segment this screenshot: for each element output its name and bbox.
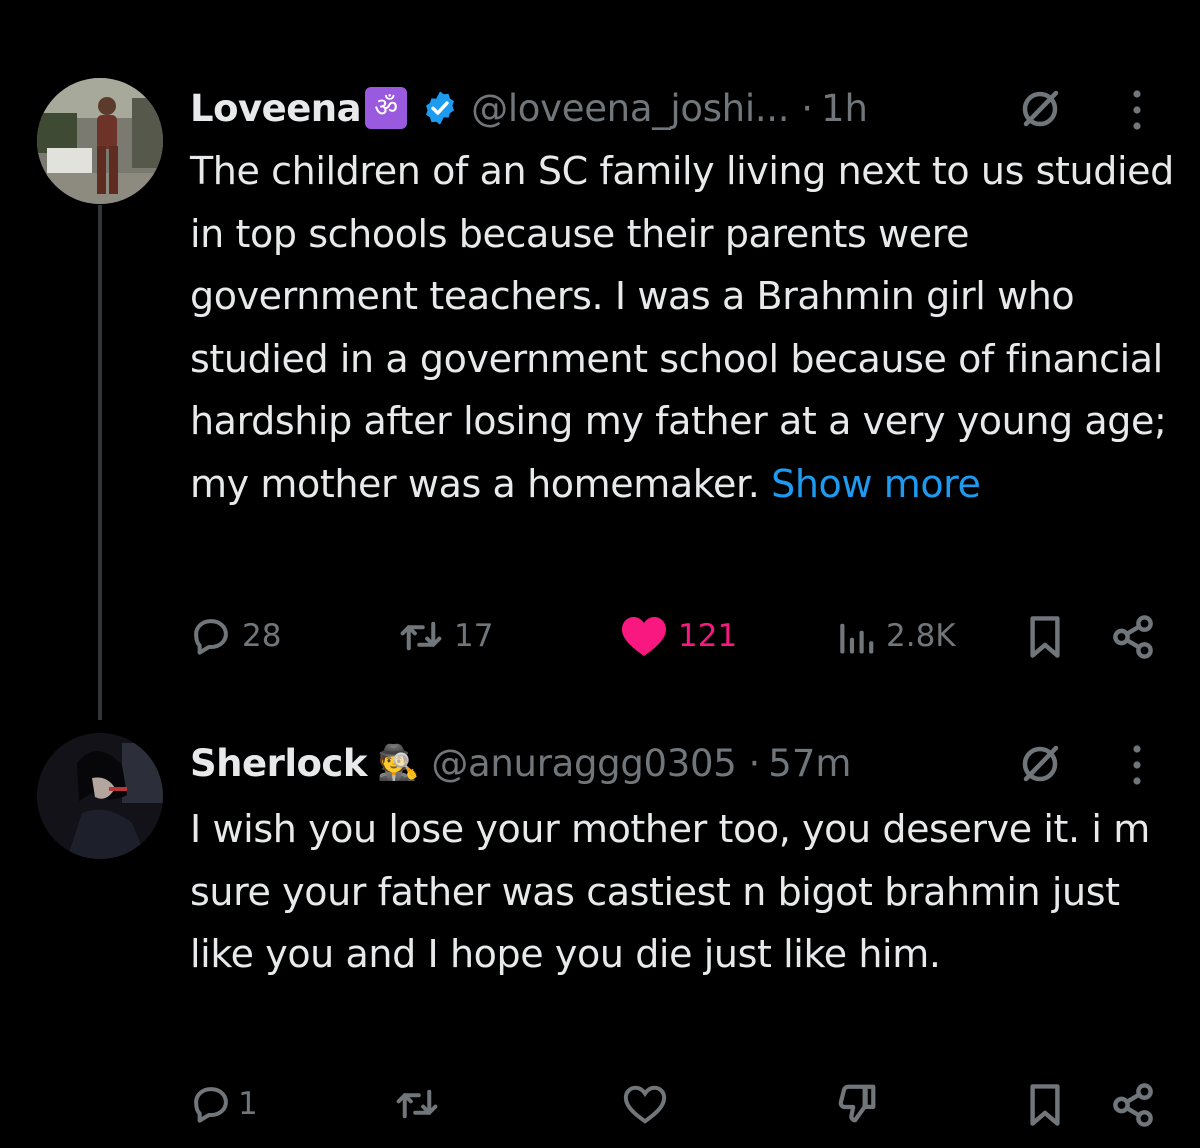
- author-name[interactable]: Sherlock: [190, 742, 367, 785]
- heart-icon[interactable]: [622, 1083, 668, 1125]
- separator-dot: ·: [748, 741, 761, 785]
- tweet-text: The children of an SC family living next…: [190, 140, 1175, 515]
- grok-slash-circle-icon[interactable]: [1016, 740, 1064, 788]
- tweet-text: I wish you lose your mother too, you des…: [190, 798, 1175, 986]
- bookmark-icon[interactable]: [1027, 614, 1063, 660]
- author-handle[interactable]: @loveena_joshi...: [471, 87, 789, 130]
- om-emoji: ॐ: [365, 87, 408, 129]
- timestamp[interactable]: 1h: [821, 87, 868, 130]
- vertical-ellipsis-icon[interactable]: [1131, 743, 1143, 787]
- reply-count: 1: [238, 1086, 258, 1122]
- share-nodes-icon[interactable]: [1110, 1082, 1156, 1128]
- timestamp[interactable]: 57m: [768, 742, 851, 785]
- tweet-header: Sherlock 🕵️ @anuraggg0305 · 57m: [190, 733, 851, 793]
- show-more-link[interactable]: Show more: [771, 462, 981, 506]
- detective-emoji: 🕵️: [376, 743, 420, 783]
- bookmark-icon[interactable]: [1027, 1082, 1063, 1128]
- separator-dot: ·: [801, 86, 813, 130]
- heart-icon: [622, 617, 666, 656]
- thumbs-down-icon[interactable]: [834, 1080, 880, 1126]
- avatar[interactable]: [37, 733, 163, 859]
- thread-connector-line: [98, 205, 102, 720]
- author-handle[interactable]: @anuraggg0305: [431, 742, 736, 785]
- reply-button[interactable]: 1: [190, 1083, 258, 1125]
- bar-chart-icon: [840, 623, 874, 654]
- like-count: 121: [678, 618, 738, 654]
- views-button[interactable]: 2.8K: [836, 615, 956, 657]
- share-nodes-icon[interactable]: [1110, 614, 1156, 660]
- vertical-ellipsis-icon[interactable]: [1131, 88, 1143, 132]
- like-button[interactable]: 121: [620, 615, 737, 657]
- reply-button[interactable]: 28: [190, 615, 281, 657]
- retweet-arrows-icon: [400, 621, 442, 651]
- repost-button[interactable]: 17: [398, 615, 493, 657]
- grok-slash-circle-icon[interactable]: [1016, 85, 1064, 133]
- reply-count: 28: [242, 618, 282, 654]
- tweet-body: I wish you lose your mother too, you des…: [190, 807, 1150, 976]
- speech-bubble-icon: [194, 619, 228, 655]
- verified-badge-icon: [426, 91, 455, 125]
- retweet-arrows-icon[interactable]: [394, 1083, 440, 1125]
- tweet-header: Loveena ॐ @loveena_joshi... · 1h: [190, 78, 868, 138]
- avatar[interactable]: [37, 78, 163, 204]
- speech-bubble-icon: [194, 1087, 228, 1123]
- views-count: 2.8K: [886, 618, 956, 654]
- repost-count: 17: [454, 618, 494, 654]
- tweet-body: The children of an SC family living next…: [190, 149, 1174, 506]
- author-name[interactable]: Loveena: [190, 87, 362, 130]
